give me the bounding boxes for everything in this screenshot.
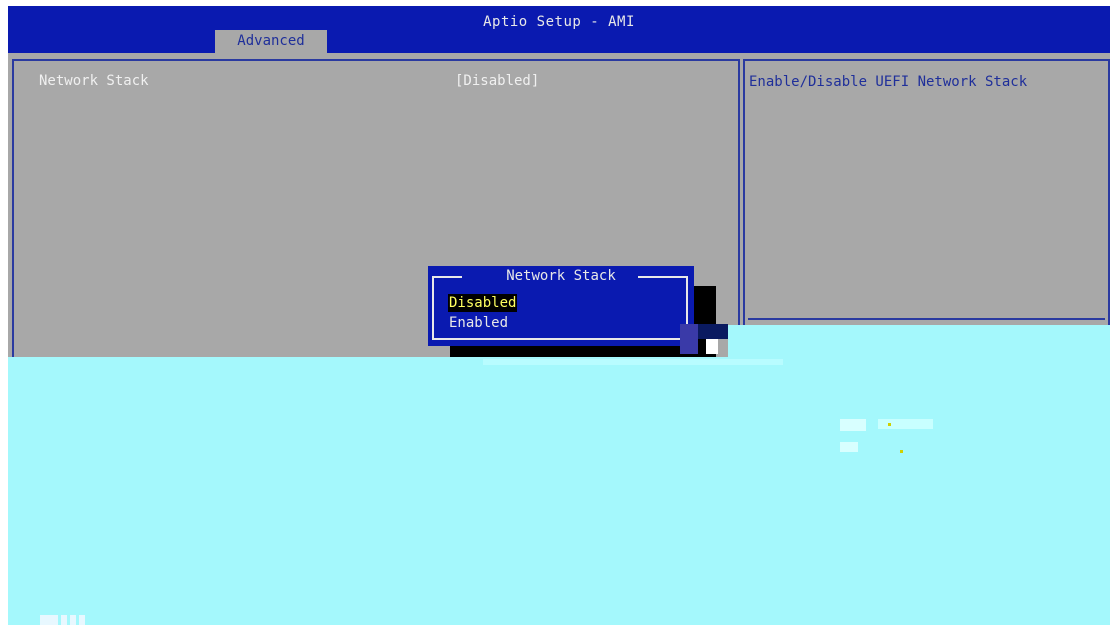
network-stack-popup: Network Stack Disabled Enabled (428, 266, 694, 346)
help-divider (748, 318, 1105, 320)
glitch-artifact (840, 419, 866, 431)
app-title: Aptio Setup - AMI (483, 14, 635, 30)
title-bar: Aptio Setup - AMI Advanced (8, 6, 1110, 53)
bios-screen: Aptio Setup - AMI Advanced Network Stack… (8, 6, 1110, 625)
tab-advanced[interactable]: Advanced (215, 30, 327, 53)
glitch-artifact (900, 450, 903, 453)
setting-label-network-stack[interactable]: Network Stack (39, 73, 149, 89)
popup-title: Network Stack (506, 268, 616, 284)
setting-value-network-stack[interactable]: [Disabled] (455, 73, 539, 89)
mouse-cursor-icon (680, 324, 728, 354)
glitch-artifact (840, 442, 858, 452)
footer-glyph-artifact (40, 612, 110, 625)
display-glitch-strip (483, 359, 783, 365)
help-text: Enable/Disable UEFI Network Stack (749, 74, 1028, 90)
display-glitch-overlay-top (728, 325, 1110, 359)
popup-option-disabled[interactable]: Disabled (448, 294, 518, 312)
glitch-artifact (878, 419, 933, 429)
glitch-artifact (888, 423, 891, 426)
display-glitch-overlay (8, 357, 1110, 625)
popup-option-enabled[interactable]: Enabled (448, 314, 509, 332)
